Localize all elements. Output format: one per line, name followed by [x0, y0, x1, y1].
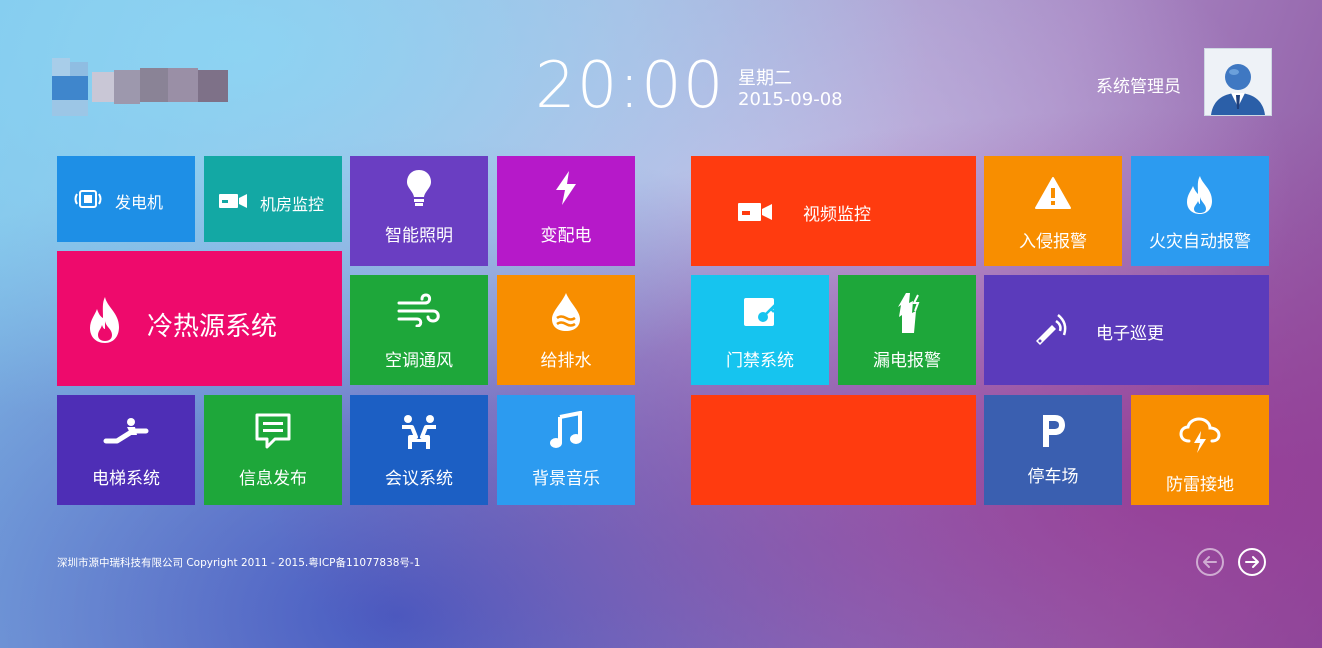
tile-label: 变配电	[540, 226, 592, 246]
tile-label: 门禁系统	[726, 351, 794, 371]
user-name[interactable]: 系统管理员	[1096, 72, 1181, 97]
fire-icon	[1187, 176, 1212, 214]
generator-icon	[74, 190, 102, 208]
next-page-button[interactable]	[1238, 548, 1266, 576]
tile-label: 漏电报警	[873, 351, 941, 371]
tile-hvac[interactable]: 空调通风	[350, 275, 488, 385]
tile-label: 空调通风	[385, 351, 453, 371]
lightbulb-icon	[407, 170, 431, 206]
tile-label: 电子巡更	[1096, 324, 1164, 344]
tile-label: 停车场	[1027, 467, 1079, 487]
tile-info-publish[interactable]: 信息发布	[204, 395, 342, 505]
flame-icon	[90, 297, 119, 343]
avatar[interactable]	[1204, 48, 1272, 116]
tile-bg-music[interactable]: 背景音乐	[497, 395, 635, 505]
tile-lightning[interactable]: 防雷接地	[1131, 395, 1269, 505]
prev-page-button[interactable]	[1196, 548, 1224, 576]
user-avatar-icon	[1205, 49, 1271, 115]
tile-elevator[interactable]: 电梯系统	[57, 395, 195, 505]
music-note-icon	[550, 411, 582, 448]
tile-patrol[interactable]: 电子巡更	[984, 275, 1269, 385]
tile-label: 防雷接地	[1166, 475, 1234, 495]
video-camera-icon	[738, 203, 772, 221]
company-logo	[52, 58, 230, 120]
tile-label: 背景音乐	[532, 469, 600, 489]
tile-intrusion-alarm[interactable]: 入侵报警	[984, 156, 1122, 266]
access-card-icon	[744, 298, 777, 326]
tile-access-control[interactable]: 门禁系统	[691, 275, 829, 385]
copyright-text: 深圳市源中瑞科技有限公司 Copyright 2011 - 2015.粤ICP备…	[57, 557, 421, 569]
date: 2015-09-08	[738, 89, 843, 110]
tile-fire-alarm[interactable]: 火灾自动报警	[1131, 156, 1269, 266]
water-drop-icon	[552, 293, 580, 331]
tile-label: 火灾自动报警	[1149, 232, 1251, 252]
tile-smart-lighting[interactable]: 智能照明	[350, 156, 488, 266]
lightning-bolt-icon	[556, 171, 576, 205]
escalator-icon	[103, 418, 149, 444]
tile-water-supply[interactable]: 给排水	[497, 275, 635, 385]
tile-parking[interactable]: 停车场	[984, 395, 1122, 505]
tile-label: 信息发布	[239, 469, 307, 489]
tile-blank[interactable]	[691, 395, 976, 505]
tile-label: 机房监控	[260, 195, 325, 214]
tile-label: 会议系统	[385, 469, 453, 489]
tile-heating-cooling[interactable]: 冷热源系统	[57, 251, 342, 386]
arrow-right-icon	[1245, 556, 1259, 568]
tile-label: 入侵报警	[1019, 232, 1087, 252]
tile-leak-alarm[interactable]: 漏电报警	[838, 275, 976, 385]
tile-label: 发电机	[115, 193, 164, 212]
tile-video-monitor[interactable]: 视频监控	[691, 156, 976, 266]
patrol-reader-icon	[1036, 314, 1067, 345]
tile-label: 冷热源系统	[147, 312, 278, 342]
wind-icon	[397, 293, 440, 327]
tile-label: 智能照明	[385, 226, 453, 246]
message-icon	[255, 413, 291, 449]
thunder-cloud-icon	[1179, 417, 1221, 453]
tile-power-distribution[interactable]: 变配电	[497, 156, 635, 266]
electric-leak-icon	[898, 293, 920, 333]
tile-generator[interactable]: 发电机	[57, 156, 195, 242]
clock-time: 20:00	[535, 49, 725, 123]
tile-room-monitor[interactable]: 机房监控	[204, 156, 342, 242]
tile-conference[interactable]: 会议系统	[350, 395, 488, 505]
tile-label: 给排水	[540, 351, 592, 371]
camera-icon	[219, 194, 247, 208]
weekday: 星期二	[738, 68, 792, 89]
conference-icon	[402, 415, 436, 449]
arrow-left-icon	[1203, 556, 1217, 568]
tile-label: 电梯系统	[92, 469, 160, 489]
tile-label: 视频监控	[803, 205, 871, 225]
warning-icon	[1035, 177, 1071, 209]
parking-icon	[1043, 415, 1065, 447]
